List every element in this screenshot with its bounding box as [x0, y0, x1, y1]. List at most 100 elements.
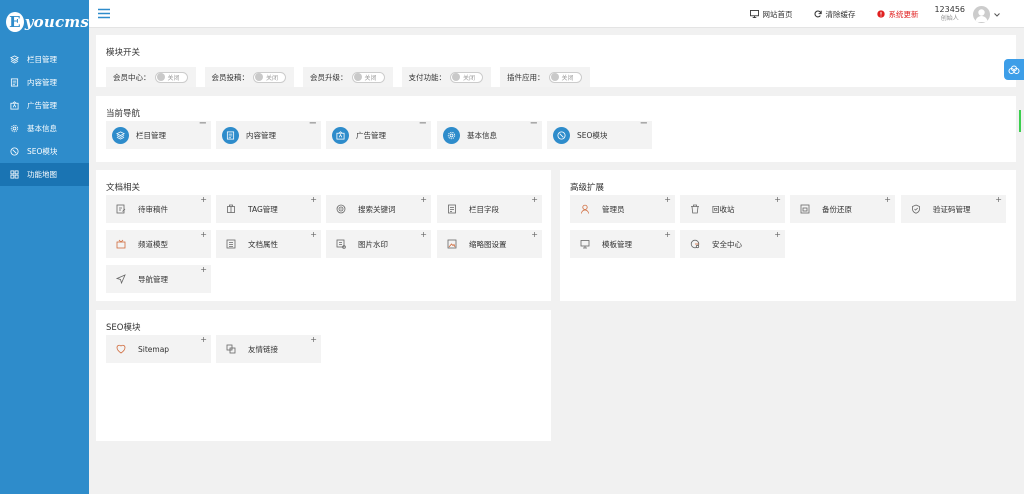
floating-service-button[interactable]	[1004, 59, 1024, 80]
system-update-link[interactable]: 系统更新	[877, 9, 918, 20]
add-icon[interactable]: +	[884, 196, 891, 204]
nav-tile-content[interactable]: 内容管理 −	[216, 119, 321, 149]
toggle-knob	[452, 73, 460, 81]
link-icon	[226, 344, 236, 354]
add-icon[interactable]: +	[664, 231, 671, 239]
add-icon[interactable]: +	[200, 336, 207, 344]
menu-toggle-icon[interactable]	[98, 8, 110, 19]
thumbnail-icon	[447, 239, 457, 249]
sidebar-item-label: 广告管理	[27, 101, 57, 110]
toggle-state: 关闭	[266, 74, 279, 82]
layers-icon	[112, 126, 129, 144]
add-icon[interactable]: +	[774, 196, 781, 204]
add-icon[interactable]: +	[420, 231, 427, 239]
plugin-toggle[interactable]: 关闭	[548, 71, 582, 83]
target-icon	[336, 204, 346, 214]
tile-recycle-bin[interactable]: 回收站 +	[680, 195, 785, 223]
current-nav-panel: 当前导航 栏目管理 − 内容管理 − 广告管理 − 基本信息 − SEO模块 −	[96, 96, 1016, 162]
field-icon	[447, 204, 457, 214]
grid-icon	[10, 170, 19, 179]
tile-watermark[interactable]: 图片水印 +	[326, 230, 431, 258]
tile-search-keywords[interactable]: 搜索关键词 +	[326, 195, 431, 223]
add-icon[interactable]: +	[310, 336, 317, 344]
tile-sitemap[interactable]: Sitemap +	[106, 335, 211, 363]
nav-tile-column[interactable]: 栏目管理 −	[106, 119, 211, 149]
toggle-state: 关闭	[463, 74, 476, 82]
tile-column-fields[interactable]: 栏目字段 +	[437, 195, 542, 223]
add-icon[interactable]: +	[310, 231, 317, 239]
chevron-down-icon[interactable]	[994, 10, 1000, 19]
tile-tag-manage[interactable]: TAG管理 +	[216, 195, 321, 223]
document-icon	[222, 126, 239, 144]
tile-label: 基本信息	[467, 130, 497, 140]
add-icon[interactable]: +	[531, 231, 538, 239]
tile-label: 回收站	[712, 204, 735, 214]
refresh-icon	[814, 10, 823, 18]
tile-pending-review[interactable]: 待审稿件 +	[106, 195, 211, 223]
avatar[interactable]	[973, 5, 990, 23]
member-submission-toggle[interactable]: 关闭	[253, 71, 286, 83]
tile-label: 友情链接	[248, 344, 278, 354]
member-upgrade-toggle[interactable]: 关闭	[351, 71, 385, 83]
tile-channel-model[interactable]: 频道模型 +	[106, 230, 211, 258]
remove-icon[interactable]: −	[419, 119, 427, 129]
sidebar-item-basic-info[interactable]: 基本信息	[0, 117, 89, 140]
add-icon[interactable]: +	[531, 196, 538, 204]
add-icon[interactable]: +	[200, 266, 207, 274]
payment-toggle[interactable]: 关闭	[450, 71, 483, 83]
remove-icon[interactable]: −	[640, 119, 648, 129]
nav-tile-ads[interactable]: 广告管理 −	[326, 119, 431, 149]
sidebar-item-content[interactable]: 内容管理	[0, 71, 89, 94]
tile-nav-manage[interactable]: 导航管理 +	[106, 265, 211, 293]
tile-doc-attributes[interactable]: 文档属性 +	[216, 230, 321, 258]
topbar: 网站首页 清除缓存 系统更新 123456 创始人	[89, 0, 1024, 28]
remove-icon[interactable]: −	[309, 119, 317, 129]
add-icon[interactable]: +	[420, 196, 427, 204]
sidebar-item-function-map[interactable]: 功能地图	[0, 163, 89, 186]
add-icon[interactable]: +	[774, 231, 781, 239]
toggle-state: 关闭	[167, 74, 180, 82]
tile-backup-restore[interactable]: 备份还原 +	[790, 195, 895, 223]
site-home-label: 网站首页	[762, 9, 793, 19]
tile-label: 导航管理	[138, 274, 168, 284]
nav-tile-seo[interactable]: SEO模块 −	[547, 119, 652, 149]
add-icon[interactable]: +	[310, 196, 317, 204]
logo-mark: E	[6, 12, 24, 32]
module-switch-panel: 模块开关 会员中心： 关闭 会员投稿： 关闭 会员升级： 关闭 支付功能： 关闭…	[96, 35, 1016, 87]
site-home-link[interactable]: 网站首页	[750, 9, 792, 20]
tile-template-manage[interactable]: 模板管理 +	[570, 230, 675, 258]
security-icon	[690, 239, 700, 249]
switch-plugin: 插件应用： 关闭	[500, 67, 590, 87]
toggle-state: 关闭	[364, 74, 377, 82]
tile-label: 内容管理	[246, 130, 276, 140]
logo[interactable]: E youcms	[0, 0, 89, 44]
sidebar: E youcms 栏目管理 内容管理 广告管理 基本信息 SEO模块 功能地图	[0, 0, 89, 494]
add-icon[interactable]: +	[200, 231, 207, 239]
tile-label: 缩略图设置	[469, 239, 507, 249]
member-center-toggle[interactable]: 关闭	[154, 71, 188, 83]
add-icon[interactable]: +	[200, 196, 207, 204]
tile-label: Sitemap	[138, 344, 170, 354]
clear-cache-link[interactable]: 清除缓存	[814, 9, 855, 20]
sitemap-icon	[116, 344, 126, 354]
tile-admin[interactable]: 管理员 +	[570, 195, 675, 223]
sidebar-item-column[interactable]: 栏目管理	[0, 48, 89, 71]
sidebar-item-ads[interactable]: 广告管理	[0, 94, 89, 117]
remove-icon[interactable]: −	[530, 119, 538, 129]
tile-captcha-manage[interactable]: 验证码管理 +	[901, 195, 1006, 223]
remove-icon[interactable]: −	[199, 119, 207, 129]
sidebar-item-label: 基本信息	[27, 124, 57, 133]
gear-icon	[443, 126, 460, 144]
toggle-knob	[156, 73, 165, 81]
trash-icon	[690, 204, 700, 214]
user-info[interactable]: 123456 创始人	[934, 5, 965, 23]
ad-icon	[10, 101, 19, 110]
tile-security-center[interactable]: 安全中心 +	[680, 230, 785, 258]
add-icon[interactable]: +	[995, 196, 1002, 204]
monitor-icon	[750, 10, 760, 18]
tile-thumbnail-settings[interactable]: 缩略图设置 +	[437, 230, 542, 258]
sidebar-item-seo[interactable]: SEO模块	[0, 140, 89, 163]
tile-friend-links[interactable]: 友情链接 +	[216, 335, 321, 363]
nav-tile-basic-info[interactable]: 基本信息 −	[437, 119, 542, 149]
add-icon[interactable]: +	[664, 196, 671, 204]
